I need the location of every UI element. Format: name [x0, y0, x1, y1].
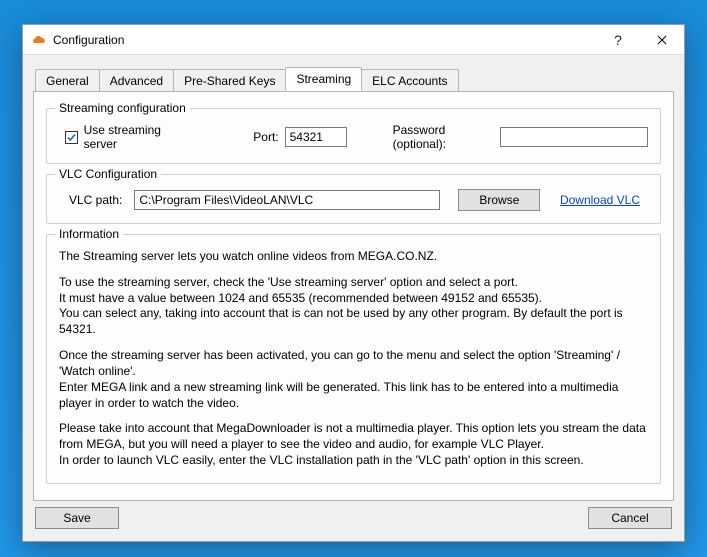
password-label: Password (optional):	[393, 123, 494, 151]
group-information: Information The Streaming server lets yo…	[46, 234, 661, 484]
password-input[interactable]	[500, 127, 648, 147]
info-p4: Please take into account that MegaDownlo…	[59, 421, 648, 468]
info-text: The Streaming server lets you watch onli…	[59, 249, 648, 469]
titlebar: Configuration ?	[23, 25, 684, 55]
cancel-button[interactable]: Cancel	[588, 507, 672, 529]
client-area: General Advanced Pre-Shared Keys Streami…	[23, 55, 684, 541]
tab-general[interactable]: General	[35, 69, 100, 92]
info-p2: To use the streaming server, check the '…	[59, 275, 648, 338]
dialog-footer: Save Cancel	[33, 507, 674, 531]
save-button[interactable]: Save	[35, 507, 119, 529]
use-streaming-label: Use streaming server	[84, 123, 190, 151]
group-vlc-config: VLC Configuration VLC path: Browse Downl…	[46, 174, 661, 224]
tabpage-streaming: Streaming configuration Use streaming se…	[33, 91, 674, 501]
port-label: Port:	[253, 130, 278, 144]
group-streaming-config: Streaming configuration Use streaming se…	[46, 108, 661, 164]
port-input[interactable]	[285, 127, 347, 147]
info-p3: Once the streaming server has been activ…	[59, 348, 648, 411]
vlc-path-label: VLC path:	[69, 193, 122, 207]
tab-advanced[interactable]: Advanced	[99, 69, 174, 92]
config-dialog: Configuration ? General Advanced Pre-Sha…	[22, 24, 685, 542]
group-vlc-legend: VLC Configuration	[55, 167, 161, 181]
tab-elc-accounts[interactable]: ELC Accounts	[361, 69, 458, 92]
close-button[interactable]	[640, 25, 684, 55]
group-info-legend: Information	[55, 227, 123, 241]
tab-pre-shared-keys[interactable]: Pre-Shared Keys	[173, 69, 286, 92]
tabstrip: General Advanced Pre-Shared Keys Streami…	[35, 67, 674, 91]
tab-streaming[interactable]: Streaming	[285, 67, 362, 91]
window-title: Configuration	[53, 33, 124, 47]
help-button[interactable]: ?	[596, 25, 640, 55]
info-p1: The Streaming server lets you watch onli…	[59, 249, 648, 265]
use-streaming-checkbox[interactable]	[65, 131, 78, 144]
close-icon	[657, 32, 667, 48]
browse-button[interactable]: Browse	[458, 189, 540, 211]
group-streaming-legend: Streaming configuration	[55, 101, 190, 115]
app-icon	[31, 32, 47, 48]
vlc-path-input[interactable]	[134, 190, 440, 210]
download-vlc-link[interactable]: Download VLC	[560, 193, 640, 207]
